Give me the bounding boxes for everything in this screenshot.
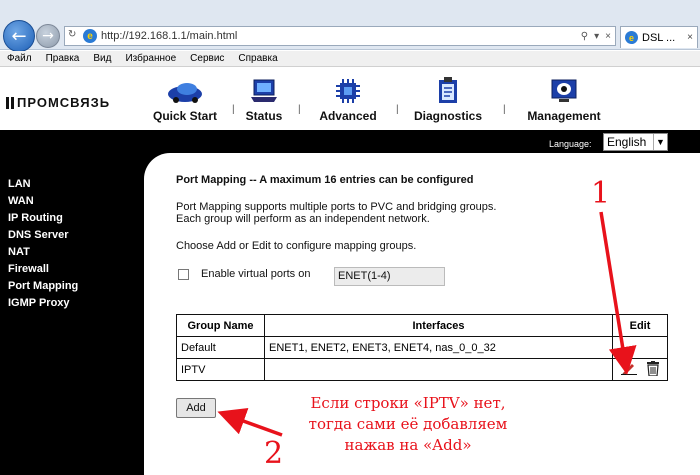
table-row: IPTV (176, 358, 668, 381)
chip-icon (335, 76, 361, 104)
table-row: Default ENET1, ENET2, ENET3, ENET4, nas_… (176, 336, 668, 359)
nav-management[interactable]: Management (523, 68, 605, 130)
cell-group-name: IPTV (176, 358, 265, 381)
column-header-edit: Edit (612, 314, 668, 337)
menu-edit[interactable]: Правка (46, 53, 80, 64)
virtual-ports-field: ENET(1-4) (334, 267, 445, 286)
nav-label: Status (245, 109, 283, 123)
annotation-number-1: 1 (591, 176, 611, 211)
arrow-left-icon: ← (11, 25, 27, 47)
laptop-icon (250, 76, 278, 104)
menu-tools[interactable]: Сервис (190, 53, 224, 64)
close-icon[interactable]: × (605, 31, 611, 42)
enable-virtual-ports-checkbox[interactable] (178, 268, 189, 280)
cell-edit-empty (612, 336, 668, 359)
compat-icon[interactable]: ↻ (68, 29, 76, 40)
sidebar: LAN WAN IP Routing DNS Server NAT Firewa… (8, 176, 128, 312)
annotation-number-2: 2 (264, 436, 284, 471)
nav-separator: | (503, 104, 506, 115)
monitor-icon (550, 76, 578, 104)
cell-interfaces (264, 358, 613, 381)
menu-bar: Файл Правка Вид Избранное Сервис Справка (0, 51, 700, 67)
address-tools: ⚲ ▾ × (563, 31, 615, 42)
ie-tab-icon: e (625, 31, 638, 44)
table-header-row: Group Name Interfaces Edit (176, 314, 668, 337)
add-button[interactable]: Add (176, 398, 216, 418)
nav-separator: | (232, 104, 235, 115)
sidebar-item-igmp-proxy[interactable]: IGMP Proxy (8, 295, 128, 312)
forward-button[interactable]: → (36, 24, 60, 48)
cell-group-name: Default (176, 336, 265, 359)
menu-favorites[interactable]: Избранное (125, 53, 176, 64)
cell-edit-actions (612, 358, 668, 381)
nav-separator: | (396, 104, 399, 115)
address-url[interactable]: http://192.168.1.1/main.html (101, 30, 563, 42)
menu-view[interactable]: Вид (93, 53, 111, 64)
logo-text: ПРОМСВЯЗЬ (17, 95, 111, 110)
annotation-line: тогда сами её добавляем (308, 415, 508, 433)
nav-status[interactable]: Status (241, 68, 287, 130)
screenshot: ← → ↻ e http://192.168.1.1/main.html ⚲ ▾… (0, 0, 700, 475)
edit-pencil-icon[interactable] (621, 361, 637, 378)
description-line: Port Mapping supports multiple ports to … (176, 201, 497, 213)
enable-virtual-ports-row: Enable virtual ports on (178, 268, 310, 280)
language-label: Language: (549, 139, 592, 149)
sidebar-item-dns-server[interactable]: DNS Server (8, 227, 128, 244)
annotation-line: Если строки «IPTV» нет, (310, 394, 506, 412)
menu-file[interactable]: Файл (7, 53, 32, 64)
nav-quick-start[interactable]: Quick Start (150, 68, 220, 130)
sidebar-item-lan[interactable]: LAN (8, 176, 128, 193)
nav-separator: | (298, 104, 301, 115)
port-mapping-table: Group Name Interfaces Edit Default ENET1… (176, 314, 668, 381)
annotation-text: Если строки «IPTV» нет, тогда сами её до… (288, 393, 528, 456)
browser-toolbar: ← → ↻ e http://192.168.1.1/main.html ⚲ ▾… (0, 0, 700, 52)
dropdown-icon[interactable]: ▾ (594, 31, 599, 42)
language-value: English (607, 135, 647, 149)
nav-label: Quick Start (152, 109, 218, 123)
instruction-text: Choose Add or Edit to configure mapping … (176, 240, 417, 252)
logo-mark-icon (6, 96, 14, 109)
chevron-down-icon: ▼ (653, 134, 667, 150)
sidebar-item-wan[interactable]: WAN (8, 193, 128, 210)
search-icon[interactable]: ⚲ (581, 31, 588, 42)
nav-label: Management (527, 109, 601, 123)
browser-tab[interactable]: e DSL ... × (620, 26, 698, 48)
brand-logo: ПРОМСВЯЗЬ (6, 95, 110, 110)
clipboard-icon (436, 76, 460, 104)
edit-actions (617, 360, 663, 379)
menu-help[interactable]: Справка (238, 53, 277, 64)
quick-start-icon (165, 76, 205, 104)
description-line: Each group will perform as an independen… (176, 213, 430, 225)
sidebar-item-port-mapping[interactable]: Port Mapping (8, 278, 128, 295)
router-header: ПРОМСВЯЗЬ Quick Start | Status | Advance… (0, 68, 700, 130)
page-title: Port Mapping -- A maximum 16 entries can… (176, 174, 474, 186)
cell-interfaces: ENET1, ENET2, ENET3, ENET4, nas_0_0_32 (264, 336, 613, 359)
trash-icon[interactable] (647, 360, 659, 379)
sidebar-item-firewall[interactable]: Firewall (8, 261, 128, 278)
tab-title: DSL ... (642, 31, 676, 44)
language-select[interactable]: English ▼ (603, 133, 668, 151)
nav-advanced[interactable]: Advanced (316, 68, 380, 130)
sidebar-item-nat[interactable]: NAT (8, 244, 128, 261)
column-header-group-name: Group Name (176, 314, 265, 337)
enable-virtual-ports-label: Enable virtual ports on (201, 268, 311, 280)
nav-label: Diagnostics (413, 109, 482, 123)
page-description: Port Mapping supports multiple ports to … (176, 201, 496, 225)
nav-label: Advanced (319, 109, 377, 123)
nav-diagnostics[interactable]: Diagnostics (411, 68, 485, 130)
ie-page-icon: e (83, 29, 97, 43)
annotation-line: нажав на «Add» (344, 436, 472, 454)
back-button[interactable]: ← (3, 20, 35, 52)
arrow-right-icon: → (42, 28, 54, 44)
column-header-interfaces: Interfaces (264, 314, 613, 337)
address-bar[interactable]: ↻ e http://192.168.1.1/main.html ⚲ ▾ × (64, 26, 616, 46)
sidebar-item-ip-routing[interactable]: IP Routing (8, 210, 128, 227)
tab-close-icon[interactable]: × (687, 32, 693, 43)
